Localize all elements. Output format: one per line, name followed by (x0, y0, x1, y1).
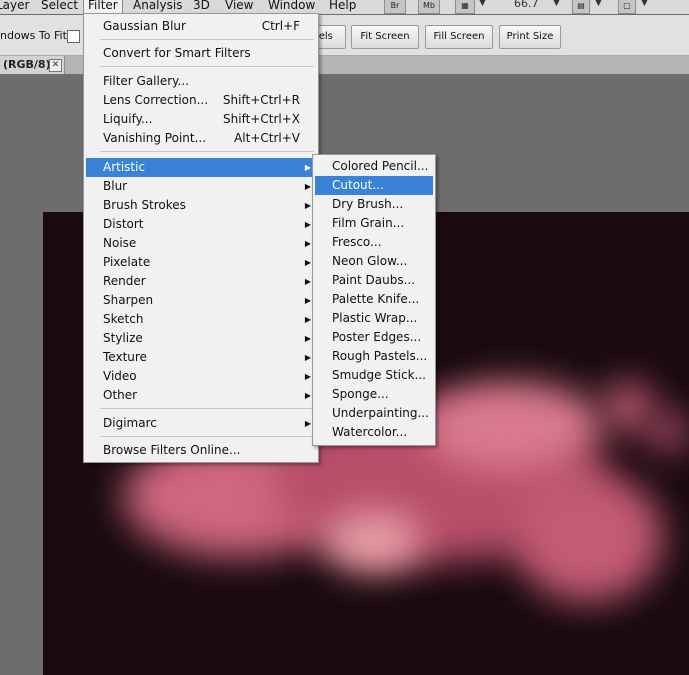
menu-bar: Layer Select Filter Analysis 3D View Win… (0, 0, 689, 14)
submenu-item-neon-glow[interactable]: Neon Glow... (315, 252, 433, 271)
menu-item-vanishing-point[interactable]: Vanishing Point... Alt+Ctrl+V (86, 129, 316, 148)
menu-item-brush-strokes[interactable]: Brush Strokes ▶ (86, 196, 316, 215)
image-blob (603, 382, 653, 432)
artistic-submenu: Colored Pencil... Cutout... Dry Brush...… (312, 154, 436, 446)
menu-item-digimarc[interactable]: Digimarc ▶ (86, 414, 316, 433)
submenu-arrow-icon: ▶ (304, 391, 311, 400)
menu-separator (100, 66, 314, 67)
menu-item-artistic[interactable]: Artistic ▶ (86, 158, 316, 177)
submenu-arrow-icon: ▶ (304, 334, 311, 343)
menu-item-render[interactable]: Render ▶ (86, 272, 316, 291)
menu-item-distort[interactable]: Distort ▶ (86, 215, 316, 234)
fit-screen-button[interactable]: Fit Screen (351, 25, 419, 49)
menu-item-lens-correction[interactable]: Lens Correction... Shift+Ctrl+R (86, 91, 316, 110)
submenu-item-rough-pastels[interactable]: Rough Pastels... (315, 347, 433, 366)
submenu-item-palette-knife[interactable]: Palette Knife... (315, 290, 433, 309)
submenu-item-colored-pencil[interactable]: Colored Pencil... (315, 157, 433, 176)
submenu-item-fresco[interactable]: Fresco... (315, 233, 433, 252)
submenu-item-plastic-wrap[interactable]: Plastic Wrap... (315, 309, 433, 328)
menu-3d[interactable]: 3D (193, 0, 210, 13)
menu-separator (100, 39, 314, 40)
menu-item-browse-filters-online[interactable]: Browse Filters Online... (86, 441, 316, 460)
chevron-down-icon[interactable]: ▼ (641, 0, 648, 8)
menu-item-sketch[interactable]: Sketch ▶ (86, 310, 316, 329)
submenu-arrow-icon: ▶ (304, 239, 311, 248)
filter-menu: Gaussian Blur Ctrl+F Convert for Smart F… (83, 13, 319, 463)
menu-item-liquify[interactable]: Liquify... Shift+Ctrl+X (86, 110, 316, 129)
menu-help[interactable]: Help (329, 0, 356, 13)
menu-item-stylize[interactable]: Stylize ▶ (86, 329, 316, 348)
chevron-down-icon[interactable]: ▼ (479, 0, 486, 8)
arrange-documents-icon[interactable]: ▤ (572, 0, 590, 14)
submenu-item-watercolor[interactable]: Watercolor... (315, 423, 433, 442)
submenu-item-sponge[interactable]: Sponge... (315, 385, 433, 404)
menu-separator (100, 151, 314, 152)
zoom-level[interactable]: 66.7 (514, 0, 539, 10)
menu-item-texture[interactable]: Texture ▶ (86, 348, 316, 367)
menu-item-gaussian-blur[interactable]: Gaussian Blur Ctrl+F (86, 17, 316, 36)
resize-windows-checkbox[interactable] (67, 30, 80, 43)
menu-filter[interactable]: Filter (83, 0, 123, 13)
submenu-arrow-icon: ▶ (304, 277, 311, 286)
menu-item-blur[interactable]: Blur ▶ (86, 177, 316, 196)
submenu-arrow-icon: ▶ (304, 296, 311, 305)
view-extras-icon[interactable]: ▦ (455, 0, 475, 14)
mini-bridge-icon[interactable]: Mb (418, 0, 440, 14)
menu-item-pixelate[interactable]: Pixelate ▶ (86, 253, 316, 272)
submenu-item-film-grain[interactable]: Film Grain... (315, 214, 433, 233)
chevron-down-icon[interactable]: ▼ (553, 0, 560, 8)
submenu-arrow-icon: ▶ (304, 258, 311, 267)
menu-item-video[interactable]: Video ▶ (86, 367, 316, 386)
submenu-item-smudge-stick[interactable]: Smudge Stick... (315, 366, 433, 385)
document-tab[interactable]: (RGB/8) ✕ (0, 56, 65, 74)
menu-layer[interactable]: Layer (0, 0, 29, 13)
image-blob (423, 382, 603, 472)
submenu-item-cutout[interactable]: Cutout... (315, 176, 433, 195)
fill-screen-button[interactable]: Fill Screen (425, 25, 493, 49)
menu-item-convert-smart-filters[interactable]: Convert for Smart Filters (86, 44, 316, 63)
submenu-item-paint-daubs[interactable]: Paint Daubs... (315, 271, 433, 290)
resize-windows-label: ndows To Fit (0, 29, 67, 42)
print-size-button[interactable]: Print Size (499, 25, 561, 49)
menu-item-filter-gallery[interactable]: Filter Gallery... (86, 72, 316, 91)
menu-item-sharpen[interactable]: Sharpen ▶ (86, 291, 316, 310)
bridge-icon[interactable]: Br (384, 0, 406, 14)
menu-select[interactable]: Select (41, 0, 78, 13)
menu-separator (100, 436, 314, 437)
submenu-arrow-icon: ▶ (304, 353, 311, 362)
document-tab-label: (RGB/8) (3, 58, 51, 71)
image-blob (648, 412, 688, 452)
submenu-item-underpainting[interactable]: Underpainting... (315, 404, 433, 423)
submenu-arrow-icon: ▶ (304, 220, 311, 229)
submenu-arrow-icon: ▶ (304, 163, 311, 172)
image-blob (323, 512, 423, 572)
menu-analysis[interactable]: Analysis (133, 0, 182, 13)
submenu-arrow-icon: ▶ (304, 372, 311, 381)
screen-mode-icon[interactable]: ▢ (618, 0, 636, 14)
close-icon[interactable]: ✕ (49, 59, 62, 72)
chevron-down-icon[interactable]: ▼ (595, 0, 602, 8)
menu-view[interactable]: View (225, 0, 253, 13)
submenu-arrow-icon: ▶ (304, 315, 311, 324)
submenu-item-poster-edges[interactable]: Poster Edges... (315, 328, 433, 347)
submenu-arrow-icon: ▶ (304, 201, 311, 210)
menu-separator (100, 408, 314, 409)
image-blob (513, 472, 663, 602)
menu-window[interactable]: Window (268, 0, 315, 13)
submenu-arrow-icon: ▶ (304, 419, 311, 428)
menu-item-noise[interactable]: Noise ▶ (86, 234, 316, 253)
menu-item-other[interactable]: Other ▶ (86, 386, 316, 405)
submenu-arrow-icon: ▶ (304, 182, 311, 191)
submenu-item-dry-brush[interactable]: Dry Brush... (315, 195, 433, 214)
